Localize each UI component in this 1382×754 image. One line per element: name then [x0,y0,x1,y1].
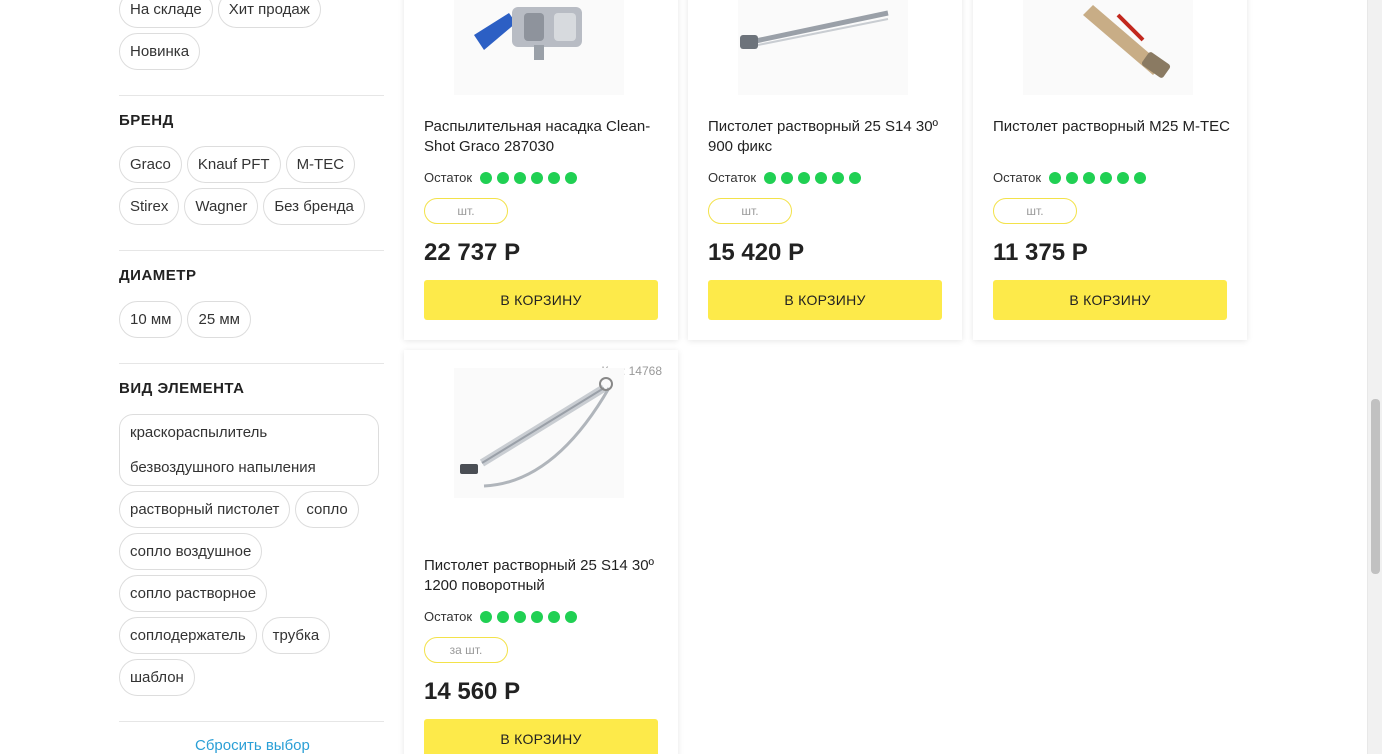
quantity-input[interactable]: за шт. [424,637,508,663]
stock-dot [1049,171,1062,184]
diameter-filter-title: ДИАМЕТР [119,267,197,284]
reset-filters-link[interactable]: Сбросить выбор [195,737,310,754]
stock-dot [764,171,777,184]
stock-dot [1117,171,1130,184]
stock-dot [1100,171,1113,184]
add-to-cart-button[interactable]: В КОРЗИНУ [993,280,1227,320]
mortar-gun-icon[interactable] [738,0,908,110]
stock-dot [480,610,493,623]
chip-type-mortar-nozzle[interactable]: сопло растворное [119,575,268,612]
chip-diameter-25[interactable]: 25 мм [187,301,251,338]
stock-label: Остаток [993,170,1042,185]
chip-type-tube[interactable]: трубка [261,617,331,654]
stock-indicator: Остаток [424,170,578,185]
stock-indicator: Остаток [993,170,1147,185]
spray-nozzle-icon[interactable] [454,0,624,110]
element-type-filter: ВИД ЭЛЕМЕНТА краскораспылитель безвоздуш… [119,380,384,701]
chip-type-nozzle-holder[interactable]: соплодержатель [119,617,257,654]
chip-brand-wagner[interactable]: Wagner [184,188,259,225]
product-card[interactable]: Пистолет растворный 25 S14 30º 900 фикс … [688,0,962,340]
stock-dots [480,171,578,184]
stock-label: Остаток [424,609,473,624]
add-to-cart-button[interactable]: В КОРЗИНУ [708,280,942,320]
add-to-cart-button[interactable]: В КОРЗИНУ [424,719,658,754]
product-price: 14 560 Р [424,678,521,705]
chip-type-air-nozzle[interactable]: сопло воздушное [119,533,263,570]
divider [119,363,384,364]
chip-brand-graco[interactable]: Graco [119,146,182,183]
stock-dots [1049,171,1147,184]
stock-dot [781,171,794,184]
divider [119,721,384,722]
quantity-input[interactable]: шт. [708,198,792,224]
chip-brand-stirex[interactable]: Stirex [119,188,180,225]
stock-dot [832,171,845,184]
stock-dot [798,171,811,184]
chip-new[interactable]: Новинка [119,33,201,70]
stock-dot [497,610,510,623]
brand-filter: БРЕНД Graco Knauf PFT M-TEC Stirex Wagne… [119,112,384,230]
chip-line: краскораспылитель [130,424,268,441]
product-price: 22 737 Р [424,239,521,266]
stock-dots [764,171,862,184]
stock-dot [565,171,578,184]
chip-brand-mtec[interactable]: M-TEC [285,146,356,183]
stock-dot [815,171,828,184]
chip-brand-none[interactable]: Без бренда [263,188,365,225]
chip-type-nozzle[interactable]: сопло [295,491,359,528]
product-name[interactable]: Распылительная насадка Clean-Shot Graco … [424,117,664,157]
divider [119,250,384,251]
stock-dot [531,171,544,184]
stock-dots [480,610,578,623]
product-name[interactable]: Пистолет растворный M25 M-TEC [993,117,1233,137]
chip-in-stock[interactable]: На складе [119,0,213,28]
brand-filter-title: БРЕНД [119,112,174,129]
stock-dot [565,610,578,623]
mortar-gun-swivel-icon[interactable] [454,368,624,498]
stock-dot [480,171,493,184]
chip-type-template[interactable]: шаблон [119,659,195,696]
stock-dot [1066,171,1079,184]
stock-label: Остаток [708,170,757,185]
stock-dot [497,171,510,184]
chip-diameter-10[interactable]: 10 мм [119,301,183,338]
quantity-input[interactable]: шт. [993,198,1077,224]
stock-indicator: Остаток [708,170,862,185]
product-price: 11 375 Р [993,239,1088,266]
quantity-input[interactable]: шт. [424,198,508,224]
product-card[interactable]: Пистолет растворный M25 M-TEC Остаток шт… [973,0,1247,340]
stock-dot [514,610,527,623]
chip-type-airless-sprayer[interactable]: краскораспылитель безвоздушного напылени… [119,414,379,486]
product-name[interactable]: Пистолет растворный 25 S14 30º 1200 пово… [424,556,664,596]
add-to-cart-button[interactable]: В КОРЗИНУ [424,280,658,320]
chip-type-mortar-gun[interactable]: растворный пистолет [119,491,291,528]
product-card[interactable]: Распылительная насадка Clean-Shot Graco … [404,0,678,340]
availability-filter: На складе Хит продаж Новинка [119,0,384,75]
stock-dot [1083,171,1096,184]
page-scrollbar[interactable] [1367,0,1382,754]
product-price: 15 420 Р [708,239,805,266]
stock-dot [548,171,561,184]
stock-dot [1134,171,1147,184]
divider [119,95,384,96]
product-name[interactable]: Пистолет растворный 25 S14 30º 900 фикс [708,117,948,157]
diameter-filter: ДИАМЕТР 10 мм 25 мм [119,267,384,343]
mortar-gun-brown-icon[interactable] [1023,0,1193,110]
chip-bestseller[interactable]: Хит продаж [217,0,321,28]
product-card[interactable]: Код: 14768 Пистолет растворный 25 S14 30… [404,350,678,754]
stock-label: Остаток [424,170,473,185]
chip-line: безвоздушного напыления [130,459,316,476]
stock-dot [531,610,544,623]
stock-dot [849,171,862,184]
scrollbar-thumb[interactable] [1371,399,1380,574]
stock-dot [548,610,561,623]
element-type-filter-title: ВИД ЭЛЕМЕНТА [119,380,245,397]
stock-indicator: Остаток [424,609,578,624]
chip-brand-knauf[interactable]: Knauf PFT [186,146,281,183]
stock-dot [514,171,527,184]
